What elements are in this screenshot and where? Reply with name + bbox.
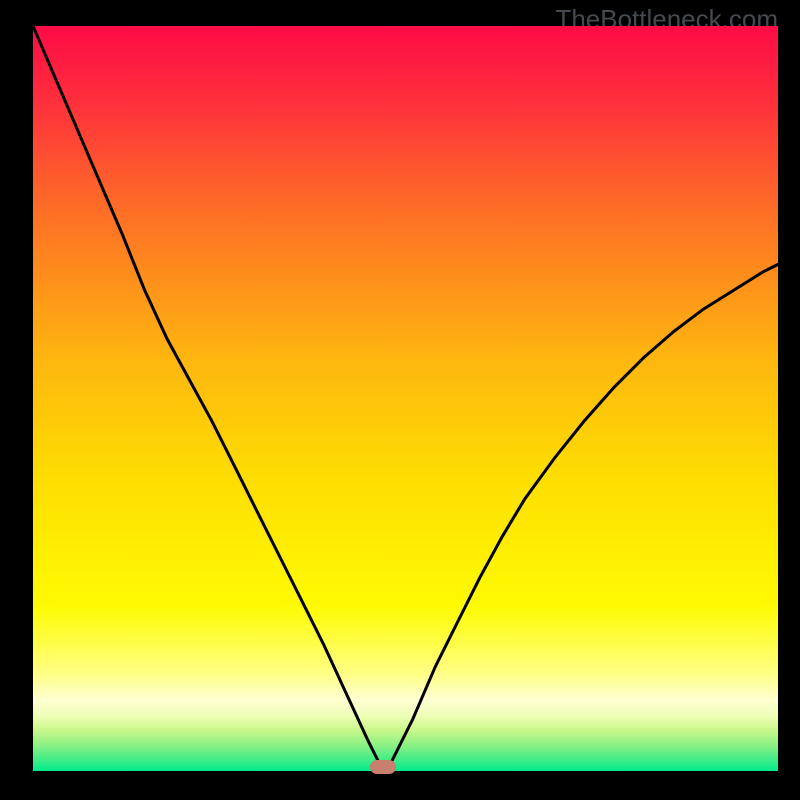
chart-frame: TheBottleneck.com — [0, 0, 800, 800]
gradient-background — [33, 26, 778, 771]
bottleneck-chart — [33, 26, 778, 771]
minimum-marker — [370, 760, 396, 774]
